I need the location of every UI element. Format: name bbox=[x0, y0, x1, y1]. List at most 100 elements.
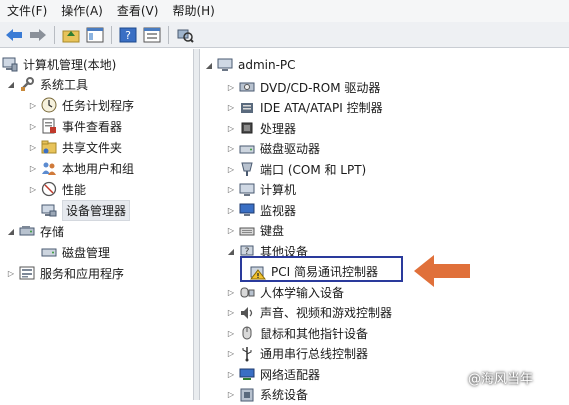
tree-item-disk-management[interactable]: 磁盘管理 bbox=[41, 242, 110, 262]
processor-icon bbox=[239, 120, 255, 136]
disk-management-icon bbox=[41, 244, 57, 260]
tree-item-local-users[interactable]: ▷ 本地用户和组 bbox=[28, 158, 134, 178]
pointer-arrow-icon bbox=[414, 255, 470, 287]
ide-controller-icon bbox=[239, 100, 255, 116]
menu-help[interactable]: 帮助(H) bbox=[165, 0, 221, 22]
device-category-computer[interactable]: ▷ 计算机 bbox=[226, 180, 296, 200]
expand-arrow-icon[interactable]: ▷ bbox=[226, 103, 236, 112]
expand-arrow-icon[interactable]: ▷ bbox=[226, 124, 236, 133]
tree-item-services-apps[interactable]: ▷ 服务和应用程序 bbox=[6, 263, 124, 283]
usb-icon bbox=[239, 346, 255, 362]
expand-arrow-icon[interactable]: ▷ bbox=[226, 349, 236, 358]
toolbar: ? bbox=[0, 22, 569, 48]
forward-arrow-icon[interactable] bbox=[28, 25, 48, 45]
device-category-processor[interactable]: ▷ 处理器 bbox=[226, 118, 296, 138]
expand-arrow-icon[interactable]: ▷ bbox=[226, 83, 236, 92]
services-icon bbox=[19, 265, 35, 281]
tree-item-system-tools[interactable]: ◢ 系统工具 bbox=[6, 74, 88, 94]
menu-file[interactable]: 文件(F) bbox=[0, 0, 54, 22]
system-tools-icon bbox=[19, 76, 35, 92]
up-folder-icon[interactable] bbox=[61, 25, 81, 45]
collapse-arrow-icon[interactable]: ◢ bbox=[204, 61, 214, 70]
performance-icon bbox=[41, 181, 57, 197]
tree-item-label-selected: 设备管理器 bbox=[62, 199, 131, 221]
device-tree-pane: ◢ admin-PC ▷ DVD/CD-ROM 驱动器 ▷ IDE ATA/ATAPI… bbox=[200, 49, 569, 402]
tree-item-label: 事件查看器 bbox=[62, 119, 123, 134]
computer-icon bbox=[239, 182, 255, 198]
device-category-ide[interactable]: ▷ IDE ATA/ATAPI 控制器 bbox=[226, 98, 383, 118]
toolbar-separator bbox=[168, 25, 169, 44]
device-tree-root-label: admin-PC bbox=[238, 58, 296, 72]
tree-item-shared-folders[interactable]: ▷ 共享文件夹 bbox=[28, 137, 122, 157]
back-arrow-icon[interactable] bbox=[4, 25, 24, 45]
tree-item-performance[interactable]: ▷ 性能 bbox=[28, 179, 86, 199]
device-category-system[interactable]: ▷ 系统设备 bbox=[226, 385, 308, 405]
device-label: 声音、视频和游戏控制器 bbox=[260, 306, 393, 320]
collapse-arrow-icon[interactable]: ◢ bbox=[6, 80, 16, 89]
sound-icon bbox=[239, 305, 255, 321]
tree-item-task-scheduler[interactable]: ▷ 任务计划程序 bbox=[28, 95, 134, 115]
show-hide-tree-icon[interactable] bbox=[85, 25, 105, 45]
storage-icon bbox=[19, 223, 35, 239]
device-category-network[interactable]: ▷ 网络适配器 bbox=[226, 364, 320, 384]
expand-arrow-icon[interactable]: ▷ bbox=[226, 185, 236, 194]
device-category-monitors[interactable]: ▷ 监视器 bbox=[226, 200, 296, 220]
expand-arrow-icon[interactable]: ▷ bbox=[28, 185, 38, 194]
shared-folder-icon bbox=[41, 139, 57, 155]
tree-item-label: 系统工具 bbox=[40, 77, 89, 92]
device-category-keyboards[interactable]: ▷ 键盘 bbox=[226, 221, 284, 241]
device-label: 系统设备 bbox=[260, 388, 309, 402]
expand-arrow-icon[interactable]: ▷ bbox=[226, 329, 236, 338]
keyboard-icon bbox=[239, 223, 255, 239]
device-label: 处理器 bbox=[260, 121, 297, 136]
device-category-mice[interactable]: ▷ 鼠标和其他指针设备 bbox=[226, 323, 368, 343]
toolbar-separator bbox=[54, 25, 55, 44]
help-icon[interactable]: ? bbox=[118, 25, 138, 45]
device-category-sound[interactable]: ▷ 声音、视频和游戏控制器 bbox=[226, 303, 392, 323]
device-label: DVD/CD-ROM 驱动器 bbox=[260, 80, 381, 95]
device-category-hid[interactable]: ▷ 人体学输入设备 bbox=[226, 282, 344, 302]
tree-item-storage[interactable]: ◢ 存储 bbox=[6, 221, 64, 241]
expand-arrow-icon[interactable]: ▷ bbox=[28, 101, 38, 110]
device-label: 键盘 bbox=[260, 224, 285, 238]
event-viewer-icon bbox=[41, 118, 57, 134]
expand-arrow-icon[interactable]: ▷ bbox=[28, 122, 38, 131]
expand-arrow-icon[interactable]: ▷ bbox=[28, 143, 38, 152]
menu-view[interactable]: 查看(V) bbox=[110, 0, 166, 22]
users-icon bbox=[41, 160, 57, 176]
device-manager-icon bbox=[41, 202, 57, 218]
scan-hardware-icon[interactable] bbox=[175, 25, 195, 45]
device-label: 磁盘驱动器 bbox=[260, 142, 321, 156]
mouse-icon bbox=[239, 325, 255, 341]
tree-root-computer-management[interactable]: 计算机管理(本地) bbox=[2, 54, 116, 74]
tree-item-device-manager[interactable]: 设备管理器 bbox=[41, 199, 131, 221]
menu-action[interactable]: 操作(A) bbox=[54, 0, 110, 22]
expand-arrow-icon[interactable]: ▷ bbox=[28, 164, 38, 173]
left-tree-pane: 计算机管理(本地) ◢ 系统工具 ▷ 任务计划程序 ▷ 事件查看器 ▷ 共享文件… bbox=[0, 49, 194, 400]
tree-item-label: 磁盘管理 bbox=[62, 245, 111, 260]
device-category-usb[interactable]: ▷ 通用串行总线控制器 bbox=[226, 344, 368, 364]
tree-item-label: 任务计划程序 bbox=[62, 98, 135, 113]
collapse-arrow-icon[interactable]: ◢ bbox=[226, 247, 236, 256]
menu-bar: 文件(F) 操作(A) 查看(V) 帮助(H) bbox=[0, 0, 569, 22]
device-label: 鼠标和其他指针设备 bbox=[260, 326, 369, 341]
tree-item-event-viewer[interactable]: ▷ 事件查看器 bbox=[28, 116, 122, 136]
device-tree-root[interactable]: ◢ admin-PC bbox=[204, 55, 296, 75]
expand-arrow-icon[interactable]: ▷ bbox=[226, 226, 236, 235]
tree-item-label: 性能 bbox=[62, 182, 87, 197]
expand-arrow-icon[interactable]: ▷ bbox=[226, 288, 236, 297]
expand-arrow-icon[interactable]: ▷ bbox=[6, 269, 16, 278]
tree-item-label: 服务和应用程序 bbox=[40, 266, 125, 281]
collapse-arrow-icon[interactable]: ◢ bbox=[6, 227, 16, 236]
device-label: 端口 (COM 和 LPT) bbox=[260, 162, 367, 177]
expand-arrow-icon[interactable]: ▷ bbox=[226, 206, 236, 215]
device-category-dvd[interactable]: ▷ DVD/CD-ROM 驱动器 bbox=[226, 77, 381, 97]
expand-arrow-icon[interactable]: ▷ bbox=[226, 165, 236, 174]
expand-arrow-icon[interactable]: ▷ bbox=[226, 308, 236, 317]
device-category-ports[interactable]: ▷ 端口 (COM 和 LPT) bbox=[226, 159, 366, 179]
expand-arrow-icon[interactable]: ▷ bbox=[226, 390, 236, 399]
expand-arrow-icon[interactable]: ▷ bbox=[226, 370, 236, 379]
device-category-disk-drives[interactable]: ▷ 磁盘驱动器 bbox=[226, 139, 320, 159]
properties-icon[interactable] bbox=[142, 25, 162, 45]
expand-arrow-icon[interactable]: ▷ bbox=[226, 144, 236, 153]
